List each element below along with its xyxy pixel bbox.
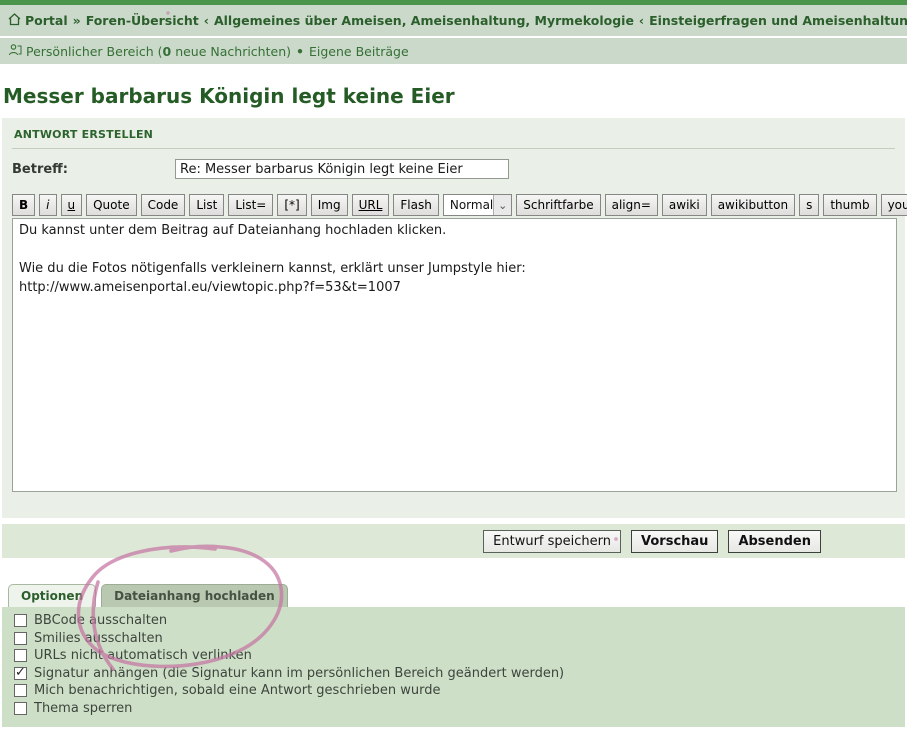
font-color-button[interactable]: Schriftfarbe <box>516 194 600 216</box>
thumb-button[interactable]: thumb <box>823 194 876 216</box>
option-label: Mich benachrichtigen, sobald eine Antwor… <box>34 683 441 698</box>
option-label: Thema sperren <box>34 701 132 716</box>
ordered-list-button[interactable]: List= <box>228 194 273 216</box>
home-icon <box>8 13 21 29</box>
checkbox-notify-reply[interactable] <box>14 684 27 697</box>
option-row: Thema sperren <box>14 700 893 718</box>
bbcode-toolbar: B i u Quote Code List List= [*] Img URL … <box>12 194 895 216</box>
preview-button[interactable]: Vorschau <box>631 530 718 553</box>
new-messages-count: (0 neue Nachrichten) <box>158 44 291 59</box>
bold-button[interactable]: B <box>12 194 35 216</box>
subject-input[interactable] <box>175 159 509 179</box>
option-label: URLs nicht automatisch verlinken <box>34 648 252 663</box>
option-label: Signatur anhängen (die Signatur kann im … <box>34 666 564 681</box>
option-row: URLs nicht automatisch verlinken <box>14 647 893 665</box>
font-size-value: Normal <box>450 198 493 212</box>
chevron-down-icon: ⌄ <box>493 195 511 215</box>
option-label: Smilies ausschalten <box>34 631 163 646</box>
list-button[interactable]: List <box>189 194 224 216</box>
message-textarea[interactable]: Du kannst unter dem Beitrag auf Dateianh… <box>12 218 897 492</box>
subject-row: Betreff: <box>12 159 895 179</box>
panel-title: ANTWORT ERSTELLEN <box>12 118 895 149</box>
personal-area-label: Persönlicher Bereich <box>26 44 154 59</box>
page: Portal » Foren-Übersicht ‹ Allgemeines ü… <box>0 0 907 731</box>
option-row: BBCode ausschalten <box>14 612 893 630</box>
list-item-button[interactable]: [*] <box>277 194 306 216</box>
checkbox-no-auto-links[interactable] <box>14 649 27 662</box>
option-row: Signatur anhängen (die Signatur kann im … <box>14 665 893 683</box>
breadcrumb-separator: ‹ <box>204 13 209 28</box>
main-content: Messer barbarus Königin legt keine Eier … <box>0 84 907 727</box>
breadcrumb-separator: » <box>73 13 81 28</box>
save-draft-button[interactable]: Entwurf speichern <box>483 530 621 553</box>
breadcrumb-separator: ‹ <box>639 13 644 28</box>
user-icon <box>8 43 22 60</box>
flash-button[interactable]: Flash <box>393 194 438 216</box>
strike-button[interactable]: s <box>799 194 819 216</box>
option-label: BBCode ausschalten <box>34 613 167 628</box>
breadcrumb-portal-link[interactable]: Portal <box>25 13 68 28</box>
submit-button[interactable]: Absenden <box>728 530 821 553</box>
breadcrumb-forum-overview-link[interactable]: Foren-Übersicht <box>86 13 199 28</box>
subject-label: Betreff: <box>12 162 175 177</box>
breadcrumb: Portal » Foren-Übersicht ‹ Allgemeines ü… <box>0 5 907 36</box>
reply-form-panel: ANTWORT ERSTELLEN Betreff: B i u Quote C… <box>2 118 905 518</box>
personal-area-link[interactable]: Persönlicher Bereich (0 neue Nachrichten… <box>26 44 291 59</box>
options-panel: BBCode ausschalten Smilies ausschalten U… <box>2 607 905 727</box>
form-actions: Entwurf speichern Vorschau Absenden <box>2 524 905 558</box>
url-button[interactable]: URL <box>352 194 390 216</box>
underline-button[interactable]: u <box>61 194 83 216</box>
option-row: Smilies ausschalten <box>14 630 893 648</box>
align-button[interactable]: align= <box>605 194 658 216</box>
code-button[interactable]: Code <box>141 194 186 216</box>
page-title: Messer barbarus Königin legt keine Eier <box>2 84 905 108</box>
own-posts-link[interactable]: Eigene Beiträge <box>309 44 409 59</box>
options-tabs: Optionen Dateianhang hochladen <box>2 584 905 607</box>
font-size-select[interactable]: Normal ⌄ <box>443 194 512 216</box>
user-toolbar: Persönlicher Bereich (0 neue Nachrichten… <box>0 38 907 64</box>
awiki-button[interactable]: awiki <box>662 194 707 216</box>
youtube-button[interactable]: youtube <box>881 194 907 216</box>
checkbox-disable-bbcode[interactable] <box>14 614 27 627</box>
userbar-separator: • <box>296 44 304 59</box>
tab-attachment-upload[interactable]: Dateianhang hochladen <box>101 584 288 607</box>
breadcrumb-forum-link[interactable]: Einsteigerfragen und Ameisenhaltung allg… <box>649 13 907 28</box>
option-row: Mich benachrichtigen, sobald eine Antwor… <box>14 682 893 700</box>
checkbox-disable-smilies[interactable] <box>14 632 27 645</box>
checkbox-attach-signature[interactable] <box>14 667 27 680</box>
breadcrumb-category-link[interactable]: Allgemeines über Ameisen, Ameisenhaltung… <box>214 13 634 28</box>
italic-button[interactable]: i <box>39 194 56 216</box>
checkbox-lock-topic[interactable] <box>14 702 27 715</box>
quote-button[interactable]: Quote <box>86 194 136 216</box>
tab-options[interactable]: Optionen <box>8 584 96 607</box>
image-button[interactable]: Img <box>311 194 348 216</box>
awikibutton-button[interactable]: awikibutton <box>711 194 795 216</box>
